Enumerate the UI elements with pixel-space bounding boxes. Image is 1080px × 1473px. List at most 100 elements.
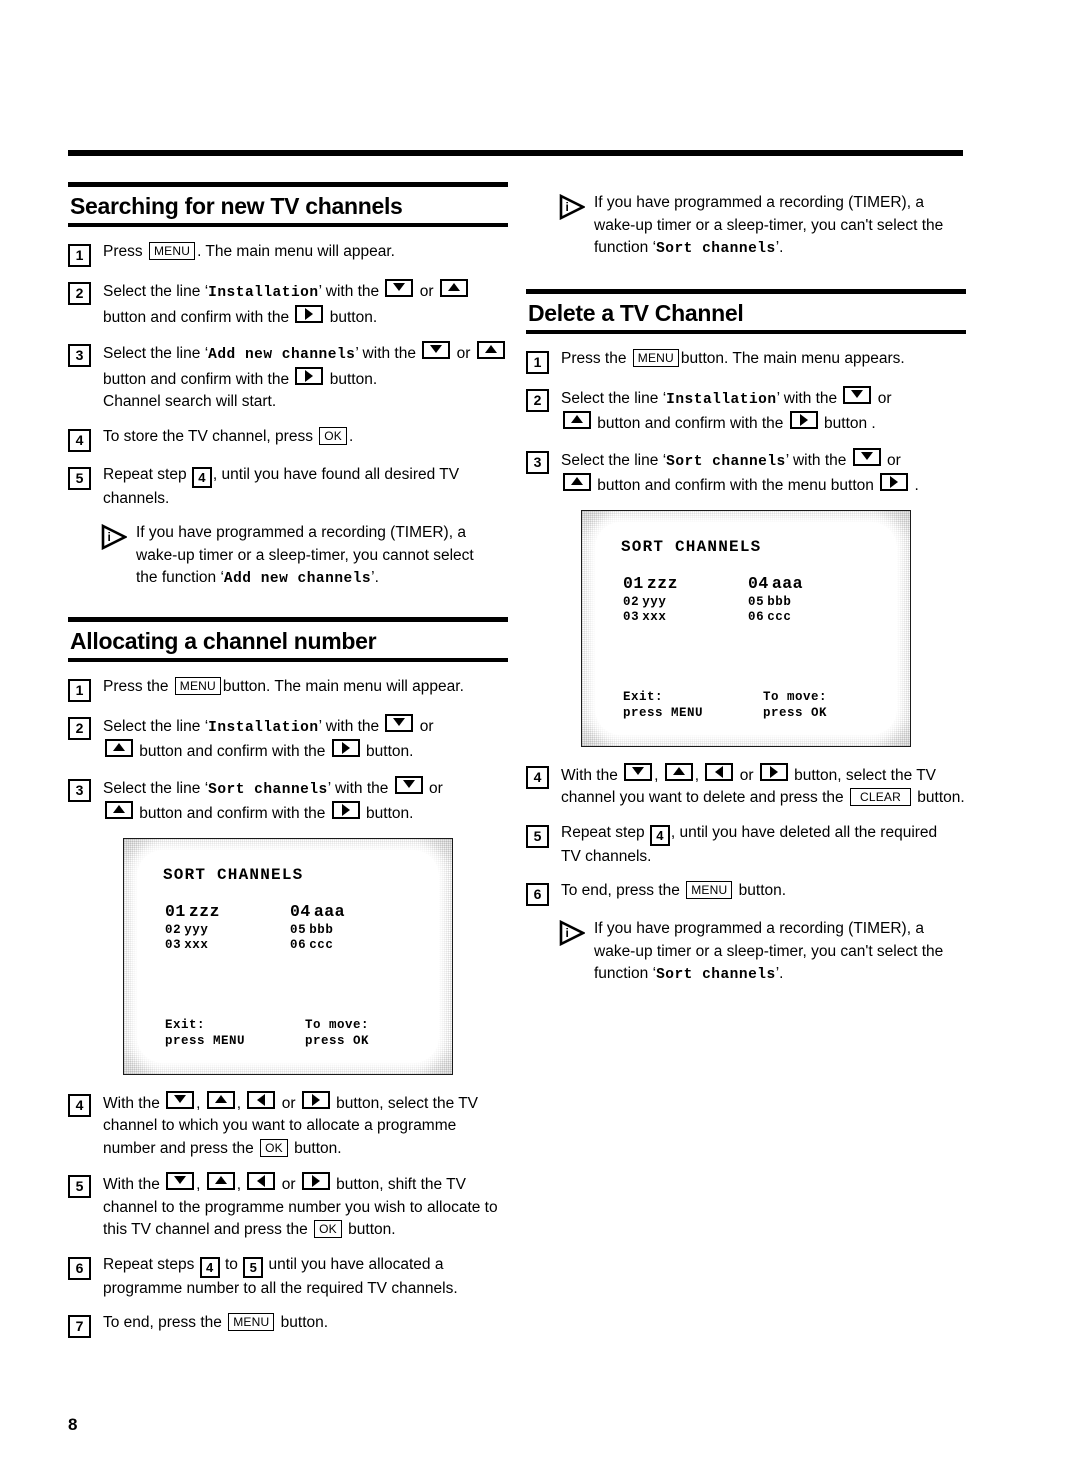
tv-menu-title: SORT CHANNELS xyxy=(163,865,304,884)
tv-channel-row: 06 ccc xyxy=(290,938,415,953)
step-text-part: Select the line xyxy=(103,717,205,735)
arrow-down-icon xyxy=(385,713,414,732)
step-item: 3 Select the line ‘Sort channels’ with t… xyxy=(68,775,508,826)
note-text-part: wake-up timer or a sleep-timer, you can'… xyxy=(594,216,944,234)
step-text-part: with the xyxy=(321,717,384,735)
step-number: 4 xyxy=(68,1093,91,1117)
step-text-part: Select the line xyxy=(561,389,663,407)
function-name: Sort channels xyxy=(656,967,776,984)
step-item: 4 With the , , or button, select the TV … xyxy=(68,1090,508,1161)
tv-footer-value: press MENU xyxy=(623,705,704,720)
step-text-part: with the xyxy=(321,283,384,301)
step-text-part: or xyxy=(873,389,892,407)
arrow-down-icon xyxy=(166,1090,195,1109)
step-item: 2 Select the line ‘Installation’ with th… xyxy=(68,279,508,329)
arrow-down-icon xyxy=(166,1172,195,1191)
step-text-part: Select the line xyxy=(103,345,205,363)
step-text: With the , , or button, shift the TV cha… xyxy=(103,1172,508,1242)
step-text-part: button, select the TV xyxy=(331,1094,479,1112)
tv-channel-name: aaa xyxy=(771,573,804,593)
step-number: 2 xyxy=(526,388,549,412)
step-text: Repeat steps 4 to 5 until you have alloc… xyxy=(103,1254,508,1301)
step-number: 4 xyxy=(526,765,549,789)
menu-key: MENU xyxy=(632,348,679,367)
step-text-part: button. xyxy=(289,1139,342,1157)
arrow-right-icon xyxy=(789,411,818,430)
tv-channel-name: yyy xyxy=(184,922,209,937)
function-name: Sort channels xyxy=(208,781,328,798)
step-text-part: With the xyxy=(103,1094,165,1112)
tv-channel-name: aaa xyxy=(313,901,346,921)
tv-channel-column-a: 01 zzz 02 yyy 03 xxx xyxy=(165,902,290,953)
step-text: Select the line ‘Add new channels’ with … xyxy=(103,341,508,414)
step-text-part: channel to the programme number you wish… xyxy=(103,1198,498,1216)
step-reference: 5 xyxy=(243,1256,264,1278)
step-text-part: button. The main menu will appear. xyxy=(222,677,464,695)
tv-channel-columns: 01 zzz 02 yyy 03 xxx 04 aaa 05 bbb 06 cc… xyxy=(623,574,873,625)
step-text-part: To store the TV channel, press xyxy=(103,427,318,445)
note-text: If you have programmed a recording (TIME… xyxy=(136,524,474,588)
step-text: To store the TV channel, press OK. xyxy=(103,426,508,449)
tv-channel-number: 02 xyxy=(623,594,640,609)
heading-rule-bottom xyxy=(68,223,508,228)
tv-screen-graphic: SORT CHANNELS 01 zzz 02 yyy 03 xxx 04 aa… xyxy=(581,509,911,747)
tv-footer-value: press OK xyxy=(763,705,828,720)
tv-screen-graphic: SORT CHANNELS 01 zzz 02 yyy 03 xxx 04 aa… xyxy=(123,837,453,1075)
tv-channel-column-a: 01 zzz 02 yyy 03 xxx xyxy=(623,574,748,625)
arrow-right-icon xyxy=(295,366,324,385)
step-number: 2 xyxy=(68,716,91,740)
step-text-part: Select the line xyxy=(103,779,205,797)
function-name: Installation xyxy=(666,391,777,408)
tv-channel-number: 03 xyxy=(165,937,182,952)
step-text-part: channel to which you want to allocate a … xyxy=(103,1117,457,1135)
svg-text:i: i xyxy=(566,200,569,214)
step-number: 3 xyxy=(68,344,91,368)
step-text-part: , xyxy=(196,1176,201,1194)
step-text-part: or xyxy=(277,1176,300,1194)
step-reference: 4 xyxy=(191,466,212,488)
tv-channel-name: ccc xyxy=(309,937,334,952)
step-text-part: . xyxy=(349,427,354,445)
step-text-part: , xyxy=(694,766,700,784)
arrow-down-icon xyxy=(394,775,423,794)
step-text-part: button. xyxy=(325,370,378,388)
step-text-part: button. The main menu appears. xyxy=(680,349,905,367)
step-text-part: Select the line xyxy=(103,283,205,301)
step-text-part: With the xyxy=(561,766,623,784)
tv-screen-footer: Exit: press MENU To move: press OK xyxy=(165,1017,445,1049)
tv-channel-name: ccc xyxy=(767,609,792,624)
arrow-up-icon xyxy=(105,739,133,758)
step-text-part: programme number to all the required TV … xyxy=(103,1279,458,1297)
arrow-left-icon xyxy=(705,762,734,781)
tv-footer-exit: Exit: press MENU xyxy=(623,689,763,721)
step-text-part: button and confirm with the xyxy=(135,743,330,761)
step-text-part: or xyxy=(415,283,434,301)
menu-key: MENU xyxy=(148,242,196,261)
tv-channel-row: 04 aaa xyxy=(748,574,873,594)
step-text-part: . xyxy=(910,477,919,495)
step-text-part: button, select the TV xyxy=(789,766,937,784)
tv-channel-column-b: 04 aaa 05 bbb 06 ccc xyxy=(748,574,873,625)
step-number: 3 xyxy=(68,778,91,802)
note-text: If you have programmed a recording (TIME… xyxy=(594,194,944,257)
step-text-part: Press xyxy=(103,243,143,261)
tv-footer-move: To move: press OK xyxy=(763,689,903,721)
step-reference: 4 xyxy=(649,824,670,846)
step-number: 5 xyxy=(68,466,91,490)
note-text-part: wake-up timer or a sleep-timer, you cann… xyxy=(136,546,474,564)
step-text-part: , until you have found all desired TV xyxy=(212,465,460,483)
step-item: 5 Repeat step 4, until you have found al… xyxy=(68,464,508,511)
step-number: 7 xyxy=(68,1315,91,1339)
step-text-part: button. xyxy=(361,743,414,761)
step-item: 3 Select the line ‘Add new channels’ wit… xyxy=(68,341,508,414)
step-text: Repeat step 4, until you have deleted al… xyxy=(561,822,966,869)
step-item: 6 Repeat steps 4 to 5 until you have all… xyxy=(68,1254,508,1301)
step-text-part: With the xyxy=(103,1176,165,1194)
tv-footer-label: Exit: xyxy=(165,1017,206,1032)
tv-channel-row: 05 bbb xyxy=(290,923,415,938)
step-number: 5 xyxy=(68,1175,91,1199)
tv-channel-number: 06 xyxy=(290,937,307,952)
step-text: Select the line ‘Installation’ with the … xyxy=(561,385,966,436)
tv-channel-number: 06 xyxy=(748,609,765,624)
tv-channel-number: 05 xyxy=(290,922,307,937)
